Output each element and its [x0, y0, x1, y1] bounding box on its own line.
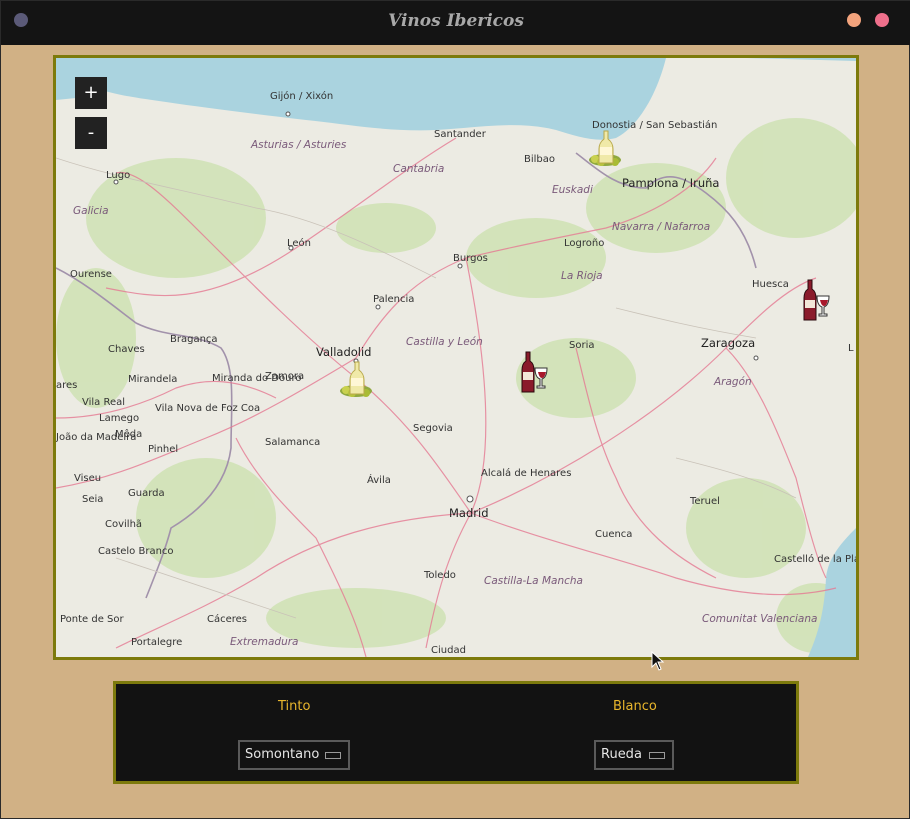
- city-label-vila-real: Vila Real: [82, 397, 126, 408]
- region-label-castilla-leon: Castilla y León: [406, 336, 483, 348]
- city-label-guarda: Guarda: [128, 488, 165, 499]
- tinto-dropdown-value: Somontano: [245, 747, 320, 762]
- city-label-burgos: Burgos: [453, 253, 488, 264]
- region-label-extremadura: Extremadura: [230, 636, 299, 648]
- city-label-viseu: Viseu: [74, 473, 102, 484]
- city-label-teruel: Teruel: [690, 496, 720, 507]
- white-wine-marker-valladolid[interactable]: [336, 360, 380, 404]
- city-label-leon: León: [287, 238, 312, 249]
- city-label-edge-l: L: [848, 343, 854, 354]
- city-label-castelo-branco: Castelo Branco: [98, 546, 174, 557]
- city-label-pinhel: Pinhel: [148, 444, 179, 455]
- city-label-segovia: Segovia: [413, 423, 453, 434]
- wine-selection-panel: Tinto Blanco Somontano Rueda: [113, 681, 799, 784]
- minimize-button[interactable]: [847, 13, 861, 27]
- dropdown-indicator-icon: [325, 752, 341, 759]
- tinto-label: Tinto: [278, 699, 311, 714]
- region-label-euskadi: Euskadi: [552, 184, 593, 196]
- city-label-pamplona: Pamplona / Iruña: [622, 176, 720, 190]
- region-label-navarra: Navarra / Nafarroa: [612, 221, 711, 233]
- city-label-toledo: Toledo: [424, 570, 456, 581]
- app-window: Vinos Ibericos + - Gijón / Xixón Santand…: [0, 0, 910, 819]
- mouse-cursor-icon: [651, 651, 665, 671]
- city-label-logrono: Logroño: [564, 238, 605, 249]
- city-label-cuenca: Cuenca: [595, 529, 633, 540]
- city-label-caceres: Cáceres: [207, 614, 248, 625]
- red-wine-marker-huesca[interactable]: [800, 278, 832, 326]
- city-label-covilha: Covilhã: [105, 519, 143, 530]
- city-label-zaragoza: Zaragoza: [701, 336, 756, 350]
- region-label-aragon: Aragón: [714, 376, 752, 388]
- city-label-mirandela: Mirandela: [128, 374, 178, 385]
- map-tiles: [56, 58, 856, 657]
- city-label-ourense: Ourense: [70, 269, 112, 280]
- city-label-valladolid: Valladolid: [316, 345, 372, 359]
- region-label-asturias: Asturias / Asturies: [251, 139, 347, 151]
- dropdown-indicator-icon: [649, 752, 665, 759]
- city-label-palencia: Palencia: [373, 294, 415, 305]
- white-wine-marker-donostia[interactable]: [585, 129, 629, 173]
- window-title: Vinos Ibericos: [388, 11, 524, 31]
- city-label-castello: Castelló de la Plana: [774, 554, 856, 565]
- city-label-zamora: Zamora: [265, 371, 305, 382]
- city-label-seia: Seia: [82, 494, 104, 505]
- city-label-ares: ares: [56, 380, 78, 391]
- map-view[interactable]: + - Gijón / Xixón Santander Donostia / S…: [53, 55, 859, 660]
- city-label-joao: João da Madeira: [56, 432, 136, 444]
- city-label-huesca: Huesca: [752, 279, 789, 290]
- region-label-castilla-mancha: Castilla-La Mancha: [484, 575, 583, 587]
- city-label-soria: Soria: [569, 340, 595, 351]
- region-label-cantabria: Cantabria: [393, 163, 445, 175]
- zoom-in-button[interactable]: +: [75, 77, 107, 109]
- blanco-dropdown-value: Rueda: [601, 747, 642, 762]
- city-label-lugo: Lugo: [106, 170, 131, 181]
- city-label-miranda: Miranda do Douro: [212, 373, 302, 384]
- tinto-dropdown[interactable]: Somontano: [238, 740, 350, 770]
- city-label-ciudad: Ciudad: [431, 645, 466, 656]
- city-label-lamego: Lamego: [99, 413, 140, 424]
- city-label-ponte-sor: Ponte de Sor: [60, 614, 124, 625]
- blanco-label: Blanco: [613, 699, 657, 714]
- city-label-avila: Ávila: [367, 475, 391, 486]
- blanco-dropdown[interactable]: Rueda: [594, 740, 674, 770]
- title-bar[interactable]: Vinos Ibericos: [1, 1, 910, 45]
- city-label-alcala: Alcalá de Henares: [481, 468, 572, 479]
- city-label-portalegre: Portalegre: [131, 637, 183, 648]
- red-wine-marker-soria[interactable]: [518, 350, 550, 398]
- zoom-out-button[interactable]: -: [75, 117, 107, 149]
- close-button[interactable]: [875, 13, 889, 27]
- city-label-gijon: Gijón / Xixón: [270, 91, 334, 102]
- city-label-santander: Santander: [434, 129, 486, 140]
- city-label-chaves: Chaves: [108, 344, 145, 355]
- city-label-braganca: Bragança: [170, 334, 218, 345]
- city-label-madrid: Madrid: [449, 506, 489, 520]
- city-label-bilbao: Bilbao: [524, 154, 556, 165]
- region-label-galicia: Galicia: [73, 205, 109, 217]
- region-label-la-rioja: La Rioja: [561, 270, 603, 282]
- city-label-salamanca: Salamanca: [265, 437, 321, 448]
- region-label-comunitat: Comunitat Valenciana: [702, 613, 818, 625]
- city-label-vila-nova: Vila Nova de Foz Coa: [155, 403, 261, 414]
